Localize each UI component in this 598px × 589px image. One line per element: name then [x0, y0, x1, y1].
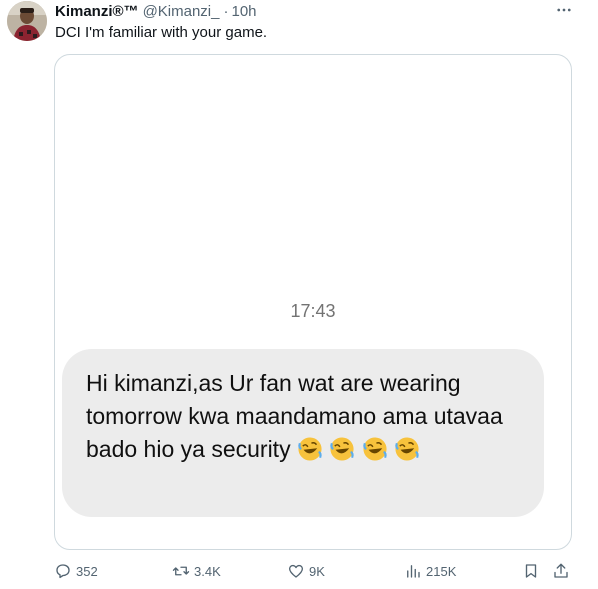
retweet-button[interactable]: 3.4K — [172, 561, 221, 581]
more-dots-icon — [557, 8, 571, 12]
tweet-text: DCI I'm familiar with your game. — [55, 24, 268, 41]
tweet-header: Kimanzi®™ @Kimanzi_ · 10h — [55, 2, 257, 20]
tweet: Kimanzi®™ @Kimanzi_ · 10h DCI I'm famili… — [0, 0, 598, 589]
retweet-count: 3.4K — [194, 563, 221, 579]
user-avatar-icon — [7, 1, 47, 41]
laughing-emoji-icon — [298, 437, 322, 461]
tweet-time[interactable]: 10h — [231, 3, 256, 20]
heart-icon — [288, 564, 304, 578]
separator: · — [223, 2, 229, 20]
laughing-emoji-icon — [330, 437, 355, 461]
message-timestamp: 17:43 — [290, 301, 336, 321]
like-count: 9K — [309, 563, 325, 579]
share-icon — [554, 563, 568, 578]
share-button[interactable] — [552, 561, 570, 581]
tweet-actions: 352 3.4K 9K 215K — [54, 561, 574, 581]
reply-count: 352 — [76, 563, 98, 579]
reply-button[interactable]: 352 — [54, 561, 98, 581]
retweet-icon — [172, 566, 190, 576]
reply-icon — [56, 564, 70, 579]
emoji-group — [295, 437, 420, 461]
user-handle[interactable]: @Kimanzi_ — [143, 3, 220, 20]
tweet-media-image[interactable]: 17:43 Hi kimanzi,as Ur fan wat are weari… — [54, 54, 572, 550]
view-count: 215K — [426, 563, 457, 579]
laughing-emoji-icon — [395, 437, 420, 461]
bookmark-icon — [525, 564, 537, 578]
analytics-icon — [407, 565, 420, 578]
display-name[interactable]: Kimanzi®™ — [55, 3, 139, 20]
like-button[interactable]: 9K — [287, 561, 325, 581]
message-bubble: Hi kimanzi,as Ur fan wat are wearing tom… — [62, 349, 544, 517]
more-options-button[interactable] — [552, 0, 576, 20]
bookmark-button[interactable] — [522, 561, 540, 581]
avatar[interactable] — [7, 1, 47, 41]
laughing-emoji-icon — [363, 437, 387, 461]
views-button[interactable]: 215K — [404, 561, 456, 581]
